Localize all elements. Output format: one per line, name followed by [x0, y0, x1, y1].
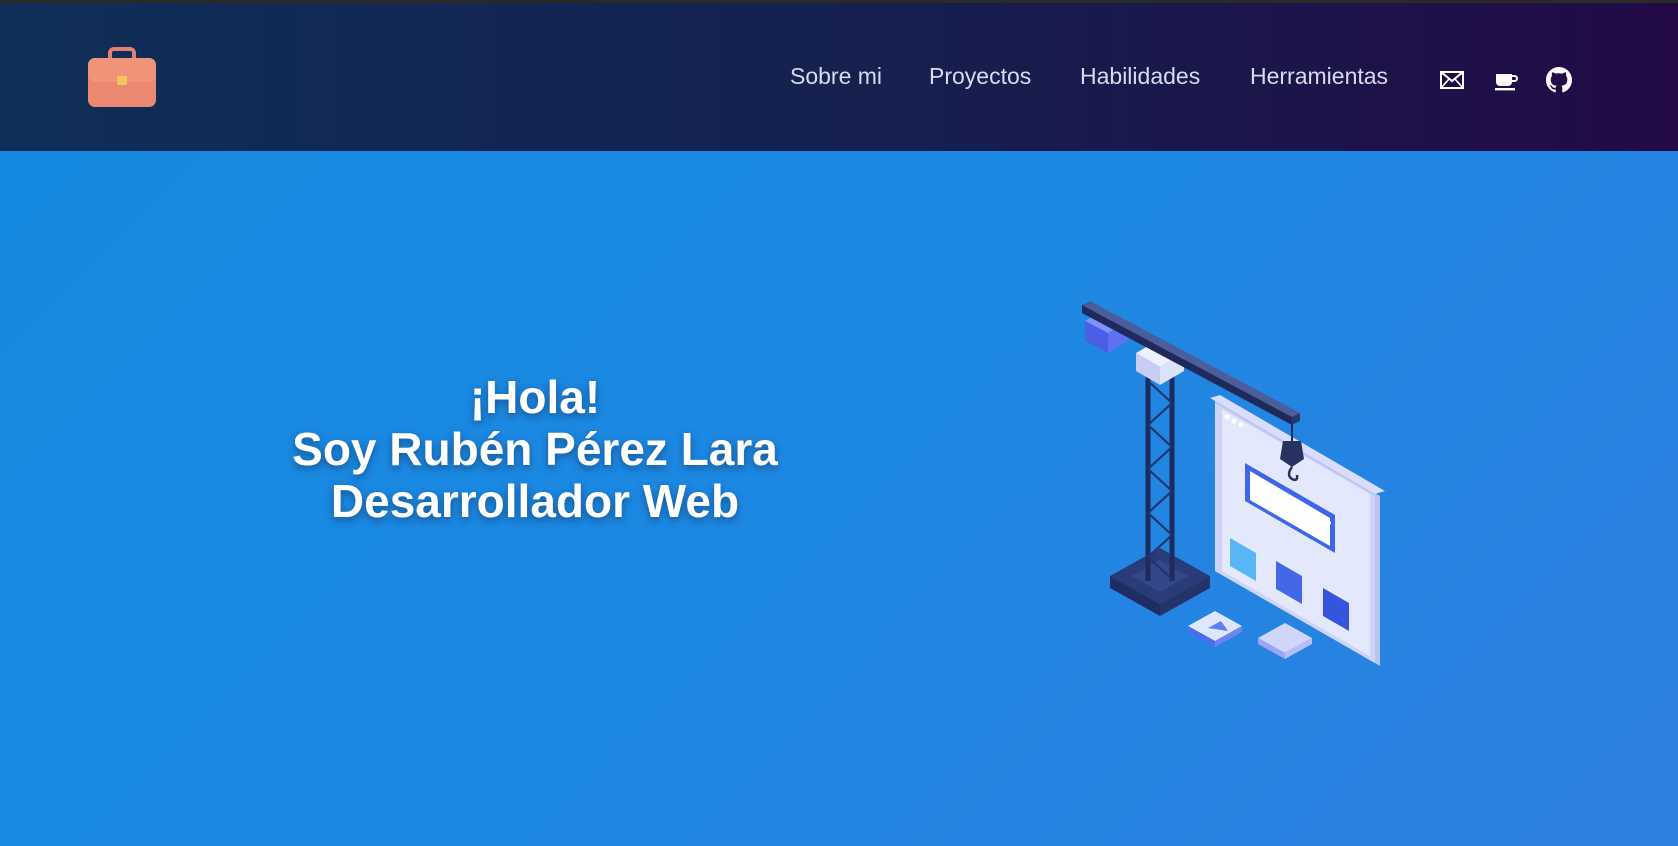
- github-icon[interactable]: [1546, 67, 1572, 93]
- site-header: Sobre mi Proyectos Habilidades Herramien…: [0, 3, 1678, 151]
- hero-name: Soy Rubén Pérez Lara: [292, 423, 778, 475]
- hero-greeting: ¡Hola!: [469, 371, 601, 423]
- crane-building-website-illustration: [1070, 291, 1400, 671]
- logo-briefcase-icon[interactable]: [86, 45, 158, 109]
- hero-role: Desarrollador Web: [330, 475, 740, 527]
- nav-link-herramientas[interactable]: Herramientas: [1250, 63, 1388, 90]
- hero-heading: ¡Hola! Soy Rubén Pérez Lara Desarrollado…: [230, 371, 840, 527]
- nav-link-habilidades[interactable]: Habilidades: [1080, 63, 1200, 90]
- nav-link-proyectos[interactable]: Proyectos: [929, 63, 1031, 90]
- nav-link-sobre-mi[interactable]: Sobre mi: [790, 63, 882, 90]
- mail-icon[interactable]: [1439, 67, 1465, 93]
- coffee-icon[interactable]: [1493, 67, 1519, 93]
- hero-section: ¡Hola! Soy Rubén Pérez Lara Desarrollado…: [0, 151, 1678, 846]
